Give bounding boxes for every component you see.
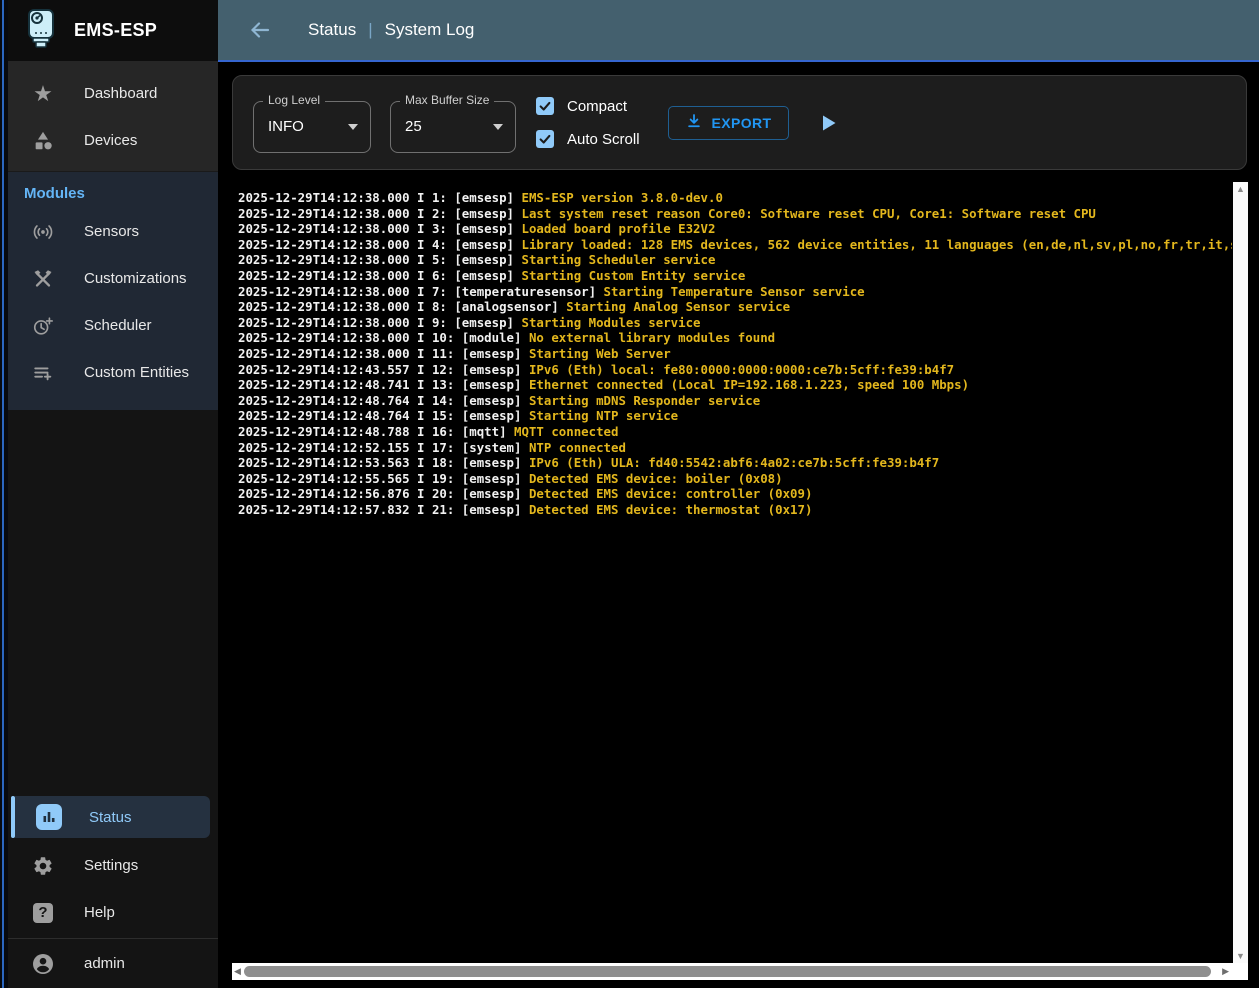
app-title: EMS-ESP [74,20,157,41]
log-line: 2025-12-29T14:12:38.000 I 1: [emsesp] EM… [238,190,1232,206]
sidebar-item-label: Sensors [84,223,139,240]
construction-icon [31,267,55,291]
log-line: 2025-12-29T14:12:38.000 I 3: [emsesp] Lo… [238,221,1232,237]
scroll-up-arrow-icon[interactable]: ▲ [1233,184,1248,194]
modules-section-header: Modules [8,172,218,208]
log-line: 2025-12-29T14:12:38.000 I 8: [analogsens… [238,299,1232,315]
system-log-console: 2025-12-29T14:12:38.000 I 1: [emsesp] EM… [232,182,1248,980]
sidebar-item-custom-entities[interactable]: Custom Entities [8,349,218,396]
sensors-icon [31,220,55,244]
scroll-down-arrow-icon[interactable]: ▼ [1233,951,1248,961]
back-arrow-icon[interactable] [248,18,272,42]
log-line: 2025-12-29T14:12:55.565 I 19: [emsesp] D… [238,471,1232,487]
checkbox-checked-icon [536,97,554,115]
ems-esp-app: EMS-ESP ★ Dashboard Devices Modules [0,0,1259,988]
max-buffer-size-select[interactable]: Max Buffer Size 25 [390,101,516,153]
export-button[interactable]: EXPORT [668,106,789,140]
sidebar-item-devices[interactable]: Devices [8,117,218,164]
log-line: 2025-12-29T14:12:38.000 I 10: [module] N… [238,330,1232,346]
auto-scroll-checkbox[interactable]: Auto Scroll [536,130,640,148]
sidebar-item-status[interactable]: Status [11,796,210,838]
play-icon[interactable] [819,113,839,133]
sidebar-header: EMS-ESP [8,0,218,62]
log-line: 2025-12-29T14:12:53.563 I 18: [emsesp] I… [238,455,1232,471]
sidebar-item-scheduler[interactable]: Scheduler [8,302,218,349]
boiler-logo-icon [24,6,58,55]
star-icon: ★ [31,82,55,106]
app-bar: Status | System Log [218,0,1259,62]
checkbox-column: Compact Auto Scroll [536,97,640,148]
sidebar-item-label: Help [84,904,115,921]
breadcrumb-primary[interactable]: Status [308,20,356,40]
log-line: 2025-12-29T14:12:38.000 I 2: [emsesp] La… [238,206,1232,222]
sidebar-item-label: Scheduler [84,317,152,334]
breadcrumb-separator: | [368,20,372,40]
sidebar-item-label: Settings [84,857,138,874]
log-line: 2025-12-29T14:12:48.788 I 16: [mqtt] MQT… [238,424,1232,440]
page-title: System Log [385,20,475,40]
log-toolbar: Log Level INFO Max Buffer Size 25 Compac… [232,75,1247,170]
account-icon [31,952,55,976]
window-edge-strip [0,0,8,988]
category-icon [31,129,55,153]
playlist-add-icon [31,361,55,385]
auto-scroll-label: Auto Scroll [567,131,640,148]
sidebar-item-admin[interactable]: admin [8,939,218,988]
vertical-scrollbar[interactable]: ▲ ▼ [1233,182,1248,963]
log-output: 2025-12-29T14:12:38.000 I 1: [emsesp] EM… [232,182,1232,963]
schedule-add-icon [31,314,55,338]
max-buffer-size-label: Max Buffer Size [400,93,494,107]
sidebar-spacer [8,410,218,796]
log-line: 2025-12-29T14:12:48.741 I 13: [emsesp] E… [238,377,1232,393]
gear-icon [31,854,55,878]
log-level-label: Log Level [263,93,325,107]
log-line: 2025-12-29T14:12:38.000 I 4: [emsesp] Li… [238,237,1232,253]
sidebar-modules-section: Modules Sensors [8,172,218,410]
log-line: 2025-12-29T14:12:52.155 I 17: [system] N… [238,440,1232,456]
log-line: 2025-12-29T14:12:48.764 I 14: [emsesp] S… [238,393,1232,409]
log-line: 2025-12-29T14:12:38.000 I 7: [temperatur… [238,284,1232,300]
sidebar-item-dashboard[interactable]: ★ Dashboard [8,70,218,117]
help-icon: ? [31,901,55,925]
horizontal-scroll-thumb[interactable] [244,966,1211,977]
log-level-select[interactable]: Log Level INFO [253,101,371,153]
page-content: Log Level INFO Max Buffer Size 25 Compac… [218,62,1259,988]
sidebar: EMS-ESP ★ Dashboard Devices Modules [8,0,218,988]
log-line: 2025-12-29T14:12:57.832 I 21: [emsesp] D… [238,502,1232,518]
sidebar-item-label: Devices [84,132,137,149]
checkbox-checked-icon [536,130,554,148]
sidebar-item-label: Customizations [84,270,187,287]
max-buffer-size-value: 25 [405,118,422,135]
bar-chart-icon [36,804,62,830]
log-line: 2025-12-29T14:12:56.876 I 20: [emsesp] D… [238,486,1232,502]
chevron-down-icon [348,124,358,130]
sidebar-item-sensors[interactable]: Sensors [8,208,218,255]
sidebar-item-label: Status [89,809,132,826]
compact-checkbox[interactable]: Compact [536,97,640,115]
scroll-left-arrow-icon[interactable]: ◀ [234,966,241,977]
sidebar-main-section: ★ Dashboard Devices [8,62,218,172]
log-line: 2025-12-29T14:12:43.557 I 12: [emsesp] I… [238,362,1232,378]
horizontal-scrollbar[interactable]: ◀ ▶ [232,963,1233,980]
log-line: 2025-12-29T14:12:48.764 I 15: [emsesp] S… [238,408,1232,424]
main-area: Status | System Log Log Level INFO Max B… [218,0,1259,988]
download-icon [685,112,703,133]
user-label: admin [84,955,125,972]
chevron-down-icon [493,124,503,130]
compact-label: Compact [567,98,627,115]
log-level-value: INFO [268,118,304,135]
log-line: 2025-12-29T14:12:38.000 I 11: [emsesp] S… [238,346,1232,362]
scroll-right-arrow-icon[interactable]: ▶ [1222,966,1229,977]
log-line: 2025-12-29T14:12:38.000 I 9: [emsesp] St… [238,315,1232,331]
sidebar-item-label: Custom Entities [84,364,189,381]
log-line: 2025-12-29T14:12:38.000 I 5: [emsesp] St… [238,252,1232,268]
export-label: EXPORT [712,115,772,131]
sidebar-item-label: Dashboard [84,85,157,102]
sidebar-item-help[interactable]: ? Help [8,889,218,936]
sidebar-item-customizations[interactable]: Customizations [8,255,218,302]
scrollbar-corner [1233,963,1248,980]
log-line: 2025-12-29T14:12:38.000 I 6: [emsesp] St… [238,268,1232,284]
sidebar-item-settings[interactable]: Settings [8,842,218,889]
